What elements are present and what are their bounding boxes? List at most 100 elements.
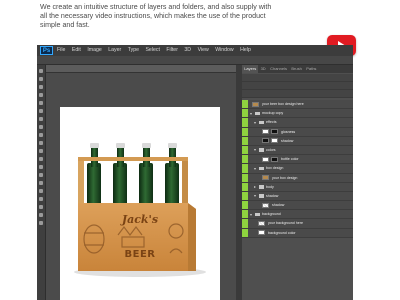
layer-row[interactable]: bottle color: [242, 155, 353, 165]
carrier-handle: [78, 157, 188, 161]
layer-row[interactable]: glosness: [242, 127, 353, 137]
folder-icon: [259, 185, 264, 189]
menu-view[interactable]: View: [198, 45, 209, 56]
menu-image[interactable]: Image: [87, 45, 101, 56]
menu-bar: Ps File Edit Image Layer Type Select Fil…: [37, 45, 353, 56]
lasso-tool-icon[interactable]: [39, 85, 43, 89]
layer-thumbnail: [262, 156, 269, 162]
visibility-eye-icon[interactable]: [242, 182, 248, 191]
crop-tool-icon[interactable]: [39, 101, 43, 105]
layer-row[interactable]: shadow: [242, 136, 353, 146]
layer-thumbnail: [262, 129, 269, 135]
carrier-right-post: [182, 159, 188, 205]
layer-mask-thumbnail: [271, 138, 278, 144]
visibility-eye-icon[interactable]: [242, 173, 248, 182]
folder-icon: [259, 194, 264, 198]
visibility-eye-icon[interactable]: [242, 210, 248, 219]
layer-row[interactable]: ▾ mockup copy: [242, 109, 353, 119]
layer-filter-bar[interactable]: [242, 74, 353, 82]
beer-box-mockup: [74, 143, 206, 277]
menu-type[interactable]: Type: [128, 45, 139, 56]
expand-arrow-icon[interactable]: ▾: [254, 120, 256, 125]
layer-name: mockup copy: [262, 111, 284, 116]
expand-arrow-icon[interactable]: ▾: [250, 212, 252, 217]
visibility-eye-icon[interactable]: [242, 219, 248, 228]
layer-row[interactable]: ▾ shadow: [242, 191, 353, 202]
zoom-tool-icon[interactable]: [39, 221, 43, 225]
visibility-eye-icon[interactable]: [242, 109, 248, 118]
menu-filter[interactable]: Filter: [166, 45, 178, 56]
lock-fill-bar[interactable]: [242, 90, 353, 98]
document-tab[interactable]: [46, 65, 236, 73]
menu-edit[interactable]: Edit: [72, 45, 81, 56]
layer-row[interactable]: your beer box design here: [242, 100, 353, 110]
gradient-tool-icon[interactable]: [39, 157, 43, 161]
layer-row[interactable]: ▾ effects: [242, 118, 353, 128]
layer-row[interactable]: your background here: [242, 219, 353, 229]
layer-name: shadow: [266, 193, 279, 198]
move-tool-icon[interactable]: [39, 69, 43, 73]
menu-layer[interactable]: Layer: [108, 45, 121, 56]
visibility-eye-icon[interactable]: [242, 191, 248, 201]
healing-tool-icon[interactable]: [39, 117, 43, 121]
path-select-tool-icon[interactable]: [39, 197, 43, 201]
layer-thumbnail: [258, 220, 265, 226]
visibility-eye-icon[interactable]: [242, 100, 248, 109]
eyedropper-tool-icon[interactable]: [39, 109, 43, 113]
layer-name: box design: [266, 166, 284, 171]
layer-row[interactable]: shadow: [242, 201, 353, 211]
tab-3d[interactable]: 3D: [258, 65, 268, 73]
history-brush-tool-icon[interactable]: [39, 141, 43, 145]
expand-arrow-icon[interactable]: ▾: [254, 193, 256, 198]
visibility-eye-icon[interactable]: [242, 201, 248, 210]
menu-select[interactable]: Select: [145, 45, 159, 56]
visibility-eye-icon[interactable]: [242, 164, 248, 173]
layer-row[interactable]: ▾ colors: [242, 145, 353, 156]
eraser-tool-icon[interactable]: [39, 149, 43, 153]
tab-paths[interactable]: Paths: [304, 65, 319, 73]
options-bar: [37, 56, 353, 65]
clone-tool-icon[interactable]: [39, 133, 43, 137]
menu-window[interactable]: Window: [215, 45, 233, 56]
shape-tool-icon[interactable]: [39, 205, 43, 209]
blend-mode-bar[interactable]: [242, 82, 353, 90]
layer-row[interactable]: ▾ box design: [242, 164, 353, 174]
expand-arrow-icon[interactable]: ▾: [254, 147, 256, 152]
tab-channels[interactable]: Channels: [268, 65, 289, 73]
brush-tool-icon[interactable]: [39, 125, 43, 129]
visibility-eye-icon[interactable]: [242, 155, 248, 164]
visibility-eye-icon[interactable]: [242, 145, 248, 155]
document-area: Jack's BEER: [46, 65, 236, 300]
tab-layers[interactable]: Layers: [242, 65, 259, 73]
layer-name: body: [266, 184, 274, 189]
layer-row[interactable]: background color: [242, 228, 353, 238]
layer-name: effects: [266, 120, 277, 125]
visibility-eye-icon[interactable]: [242, 136, 248, 145]
menu-help[interactable]: Help: [240, 45, 251, 56]
menu-file[interactable]: File: [57, 45, 65, 56]
pen-tool-icon[interactable]: [39, 181, 43, 185]
layer-name: shadow: [272, 203, 285, 208]
expand-arrow-icon[interactable]: ▾: [250, 111, 252, 116]
tab-brush[interactable]: Brush: [289, 65, 304, 73]
box-label: BEER: [124, 249, 156, 260]
layer-name: shadow: [281, 138, 294, 143]
layer-thumbnail: [258, 230, 265, 236]
visibility-eye-icon[interactable]: [242, 127, 248, 136]
visibility-eye-icon[interactable]: [242, 228, 248, 237]
dodge-tool-icon[interactable]: [39, 173, 43, 177]
layer-row[interactable]: ▸ body: [242, 182, 353, 192]
layer-row[interactable]: ▾ background: [242, 210, 353, 220]
menu-3d[interactable]: 3D: [184, 45, 191, 56]
type-tool-icon[interactable]: [39, 189, 43, 193]
visibility-eye-icon[interactable]: [242, 118, 248, 127]
layer-row[interactable]: your box design: [242, 173, 353, 183]
expand-arrow-icon[interactable]: ▾: [254, 166, 256, 171]
expand-arrow-icon[interactable]: ▸: [254, 184, 256, 189]
canvas[interactable]: Jack's BEER: [60, 107, 220, 300]
marquee-tool-icon[interactable]: [39, 77, 43, 81]
quick-select-tool-icon[interactable]: [39, 93, 43, 97]
layer-thumbnail: [262, 202, 269, 208]
hand-tool-icon[interactable]: [39, 213, 43, 217]
blur-tool-icon[interactable]: [39, 165, 43, 169]
